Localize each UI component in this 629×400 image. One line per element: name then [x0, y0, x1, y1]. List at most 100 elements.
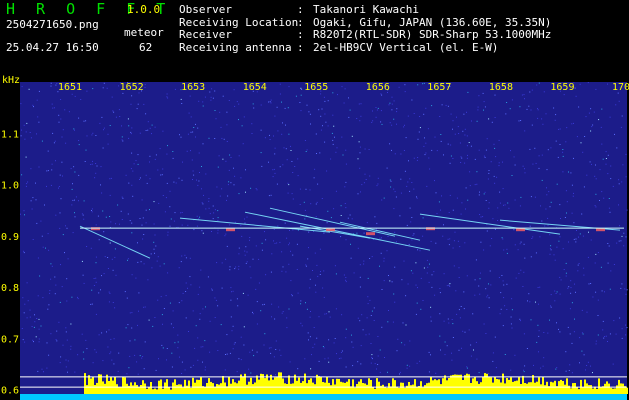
- histogram-bar: [506, 378, 508, 394]
- noise-dot: [500, 308, 502, 310]
- histogram-bar: [348, 379, 350, 394]
- noise-dot: [590, 365, 591, 367]
- noise-dot: [454, 133, 456, 135]
- noise-dot: [188, 112, 190, 114]
- noise-dot: [443, 224, 444, 226]
- histogram-bar: [480, 382, 482, 394]
- histogram-bar: [284, 383, 286, 394]
- noise-dot: [519, 243, 521, 245]
- noise-dot: [439, 292, 441, 294]
- noise-dot: [600, 126, 602, 128]
- noise-dot: [295, 95, 297, 97]
- noise-dot: [595, 291, 597, 293]
- noise-dot: [250, 372, 252, 374]
- noise-dot: [504, 354, 506, 355]
- noise-dot: [477, 106, 479, 108]
- noise-dot: [464, 331, 466, 333]
- noise-dot: [95, 135, 97, 136]
- noise-dot: [78, 174, 80, 176]
- noise-dot: [616, 242, 618, 244]
- noise-dot: [534, 196, 536, 198]
- noise-dot: [618, 100, 620, 102]
- noise-dot: [73, 166, 75, 168]
- noise-dot: [393, 293, 395, 295]
- noise-dot: [340, 205, 342, 207]
- histogram-bar: [292, 383, 294, 394]
- noise-dot: [289, 242, 290, 244]
- noise-dot: [205, 173, 207, 175]
- noise-dot: [357, 193, 359, 195]
- noise-dot: [417, 84, 419, 86]
- noise-dot: [592, 296, 594, 298]
- noise-dot: [245, 246, 247, 248]
- noise-dot: [590, 239, 592, 241]
- noise-dot: [459, 246, 461, 248]
- noise-dot: [127, 258, 129, 260]
- histogram-bar: [114, 376, 116, 394]
- noise-dot: [608, 198, 610, 199]
- noise-dot: [468, 329, 470, 331]
- noise-dot: [375, 107, 377, 108]
- histogram-bar: [454, 374, 456, 394]
- noise-dot: [38, 166, 40, 168]
- noise-dot: [321, 108, 323, 110]
- noise-dot: [420, 277, 422, 279]
- noise-dot: [398, 86, 400, 88]
- noise-dot: [227, 195, 229, 197]
- noise-dot: [370, 315, 372, 316]
- noise-dot: [457, 240, 459, 242]
- noise-dot: [486, 296, 488, 298]
- noise-dot: [388, 310, 389, 311]
- noise-dot: [488, 283, 489, 285]
- noise-dot: [60, 264, 61, 266]
- noise-dot: [351, 334, 352, 336]
- noise-dot: [212, 205, 214, 207]
- noise-dot: [511, 327, 513, 329]
- noise-dot: [336, 147, 338, 149]
- noise-dot: [255, 245, 257, 247]
- noise-dot: [565, 141, 567, 143]
- noise-dot: [109, 125, 111, 126]
- noise-dot: [256, 323, 258, 325]
- noise-dot: [137, 154, 139, 156]
- noise-dot: [376, 109, 378, 111]
- noise-dot: [299, 188, 301, 190]
- noise-dot: [320, 129, 322, 131]
- noise-dot: [211, 288, 213, 290]
- noise-dot: [381, 199, 383, 201]
- noise-dot: [427, 266, 429, 268]
- noise-dot: [598, 119, 600, 121]
- noise-dot: [209, 213, 211, 215]
- noise-dot: [376, 222, 378, 224]
- noise-dot: [24, 214, 25, 216]
- noise-dot: [198, 218, 200, 220]
- noise-dot: [27, 300, 29, 302]
- noise-dot: [325, 313, 327, 315]
- noise-dot: [483, 323, 485, 325]
- noise-dot: [495, 156, 497, 158]
- noise-dot: [621, 181, 623, 183]
- noise-dot: [155, 245, 157, 247]
- noise-dot: [510, 150, 511, 152]
- noise-dot: [234, 175, 236, 177]
- noise-dot: [438, 201, 440, 203]
- noise-dot: [91, 289, 93, 291]
- noise-dot: [538, 155, 540, 157]
- noise-dot: [532, 163, 534, 165]
- histogram-bar: [530, 382, 532, 394]
- noise-dot: [577, 270, 579, 272]
- noise-dot: [400, 192, 402, 194]
- noise-dot: [374, 216, 376, 218]
- noise-dot: [167, 145, 168, 147]
- noise-dot: [27, 181, 29, 183]
- noise-dot: [368, 333, 370, 335]
- noise-dot: [520, 269, 522, 271]
- noise-dot: [564, 217, 566, 218]
- noise-dot: [118, 352, 120, 354]
- noise-dot: [197, 127, 199, 129]
- noise-dot: [166, 182, 168, 184]
- noise-dot: [167, 231, 169, 233]
- noise-dot: [457, 126, 459, 128]
- noise-dot: [155, 369, 157, 371]
- noise-dot: [309, 189, 311, 191]
